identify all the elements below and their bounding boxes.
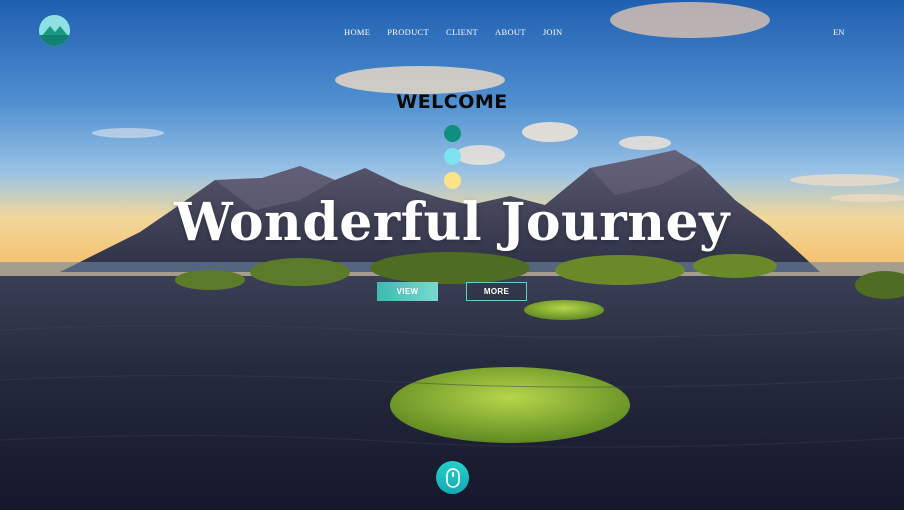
landscape-background <box>0 0 904 510</box>
logo[interactable] <box>39 15 70 46</box>
mountain-icon <box>39 15 70 46</box>
dot-indicator-1[interactable] <box>444 125 461 142</box>
mouse-icon <box>445 467 460 488</box>
nav-item-about[interactable]: ABOUT <box>495 27 526 37</box>
dot-indicator-2[interactable] <box>444 148 461 165</box>
welcome-heading: WELCOME <box>396 91 508 113</box>
more-button[interactable]: MORE <box>466 282 527 301</box>
nav-item-join[interactable]: JOIN <box>543 27 563 37</box>
scroll-down-button[interactable] <box>436 461 469 494</box>
nav-item-home[interactable]: HOME <box>344 27 370 37</box>
language-switch[interactable]: EN <box>833 27 844 37</box>
hero-section: HOME PRODUCT CLIENT ABOUT JOIN EN WELCOM… <box>0 0 904 510</box>
dot-indicator-3[interactable] <box>444 172 461 189</box>
view-button[interactable]: VIEW <box>377 282 438 301</box>
main-nav: HOME PRODUCT CLIENT ABOUT JOIN <box>344 27 562 37</box>
nav-item-product[interactable]: PRODUCT <box>387 27 429 37</box>
hero-headline: Wonderful Journey <box>174 192 730 253</box>
nav-item-client[interactable]: CLIENT <box>446 27 478 37</box>
